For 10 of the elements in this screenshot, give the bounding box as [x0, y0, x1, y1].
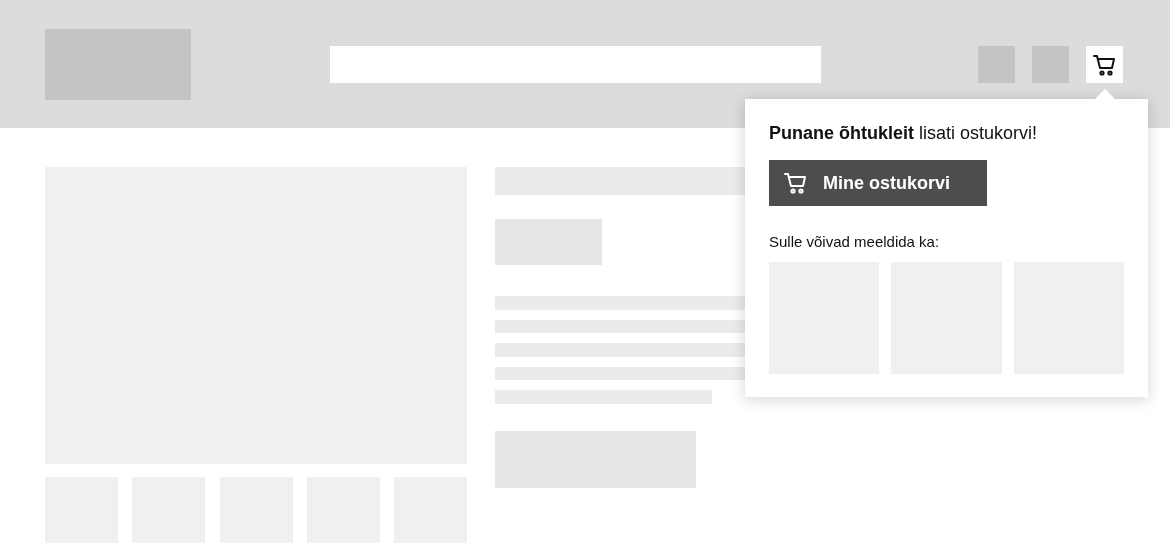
go-to-cart-button[interactable]: Mine ostukorvi	[769, 160, 987, 206]
cart-icon	[783, 171, 809, 195]
icon-placeholder[interactable]	[1032, 46, 1069, 83]
search-field[interactable]	[330, 46, 821, 83]
cart-icon	[1092, 52, 1117, 77]
cart-button[interactable]	[1086, 46, 1123, 83]
button-placeholder[interactable]	[495, 430, 696, 488]
icon-placeholder[interactable]	[978, 46, 1015, 83]
recommendations-label: Sulle võivad meeldida ka:	[769, 233, 941, 250]
added-message: Punane õhtukleit lisati ostukorvi!	[769, 122, 1039, 145]
